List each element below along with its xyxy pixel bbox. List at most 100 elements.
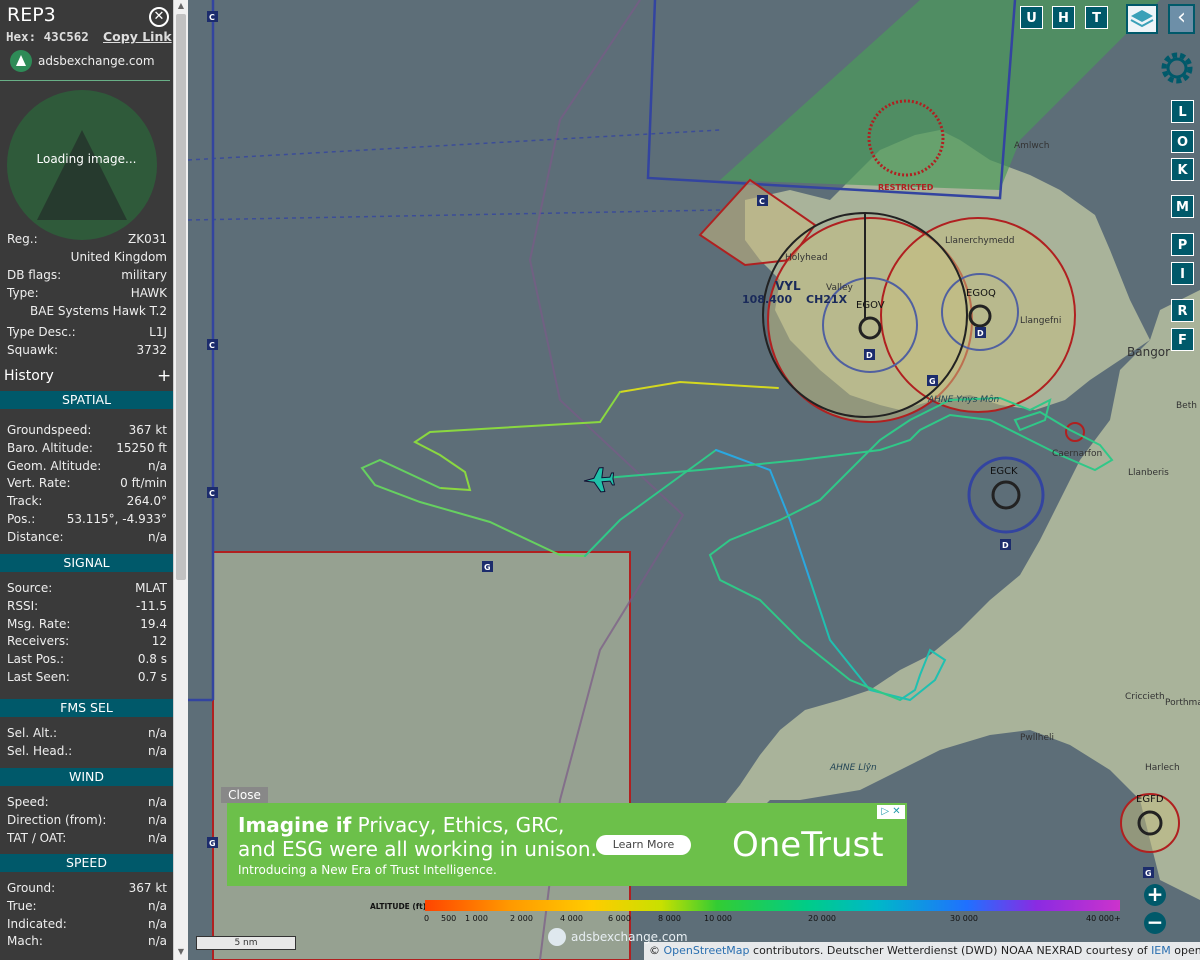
advertisement-banner[interactable]: Imagine if Privacy, Ethics, GRC, and ESG …	[227, 803, 907, 886]
toggle-m-button[interactable]: M	[1171, 195, 1194, 218]
altitude-legend-ticks: 0 500 1 000 2 000 4 000 6 000 8 000 10 0…	[420, 914, 1125, 926]
detail-row: BAE Systems Hawk T.2	[7, 304, 167, 318]
iem-link[interactable]: IEM	[1151, 944, 1171, 957]
scroll-thumb[interactable]	[176, 14, 186, 580]
vor-freq-label: 108.400	[742, 293, 792, 306]
detail-label: Type:	[7, 286, 39, 300]
ad-headline-bold: Imagine if	[238, 813, 352, 837]
section-header-fms: FMS SEL	[0, 699, 173, 717]
collapse-panel-button[interactable]: ‹	[1168, 4, 1195, 34]
spatial-label: Track:	[7, 494, 43, 509]
toggle-u-button[interactable]: U	[1020, 6, 1043, 29]
sidebar-scrollbar[interactable]: ▲ ▼	[173, 0, 188, 960]
detail-value: L1J	[149, 325, 167, 339]
town-label: Caernarfon	[1052, 449, 1102, 459]
town-label: Llanberis	[1128, 468, 1169, 478]
zoom-in-button[interactable]: +	[1144, 884, 1166, 906]
spatial-value: 15250 ft	[116, 440, 167, 455]
fms-value: n/a	[147, 743, 167, 758]
altitude-tick: 1 000	[465, 914, 488, 923]
spatial-row: Vert. Rate: 0 ft/min	[7, 476, 167, 490]
signal-row: Receivers: 12	[7, 634, 167, 648]
town-label: Holyhead	[785, 253, 828, 263]
toggle-p-button[interactable]: P	[1171, 233, 1194, 256]
toggle-r-button[interactable]: R	[1171, 299, 1194, 322]
scroll-up-icon[interactable]: ▲	[174, 0, 188, 12]
adsbexchange-logo-icon	[10, 50, 32, 72]
altitude-tick: 6 000	[608, 914, 631, 923]
toggle-t-button[interactable]: T	[1085, 6, 1108, 29]
wind-value: n/a	[147, 830, 167, 845]
toggle-o-button[interactable]: O	[1171, 130, 1194, 153]
toggle-k-button[interactable]: K	[1171, 158, 1194, 181]
signal-value: MLAT	[135, 581, 167, 595]
aircraft-info-panel: REP3 ✕ Hex: 43C562 Copy Link adsbexchang…	[0, 0, 173, 960]
osm-link[interactable]: OpenStreetMap	[664, 944, 750, 957]
vor-name-label: VYL	[775, 279, 801, 293]
airfield-egoq-label: EGOQ	[966, 288, 996, 299]
marker-letter: G	[209, 839, 216, 848]
ad-close-button[interactable]: Close	[221, 787, 268, 803]
spatial-label: Geom. Altitude:	[7, 458, 102, 473]
divider	[0, 80, 170, 81]
ad-headline-line2: and ESG were all working in unison.	[238, 837, 597, 861]
ad-headline-rest: Privacy, Ethics, GRC,	[351, 813, 565, 837]
signal-label: RSSI:	[7, 598, 39, 613]
marker-letter: D	[866, 351, 873, 360]
speed-label: Ground:	[7, 881, 56, 895]
zoom-out-button[interactable]: −	[1144, 912, 1166, 934]
altitude-tick: 500	[441, 914, 457, 923]
detail-row: DB flags: military	[7, 268, 167, 282]
town-label: Amlwch	[1014, 141, 1049, 151]
detail-row: United Kingdom	[7, 250, 167, 264]
airfield-egck-label: EGCK	[990, 466, 1018, 477]
marker-letter: G	[1145, 869, 1152, 878]
altitude-tick: 2 000	[510, 914, 533, 923]
adsbexchange-link-label: adsbexchange.com	[38, 54, 155, 68]
marker-letter: D	[977, 329, 984, 338]
toggle-h-button[interactable]: H	[1052, 6, 1075, 29]
spatial-label: Distance:	[7, 529, 64, 544]
spatial-value: n/a	[147, 458, 167, 473]
history-expand-icon[interactable]: +	[157, 366, 171, 386]
hex-value: 43C562	[43, 29, 89, 44]
toggle-f-button[interactable]: F	[1171, 328, 1194, 351]
scroll-down-icon[interactable]: ▼	[174, 946, 188, 958]
speed-row: Ground: 367 kt	[7, 881, 167, 895]
marker-letter: C	[209, 489, 215, 498]
detail-label: DB flags:	[7, 268, 62, 282]
toggle-i-button[interactable]: I	[1171, 262, 1194, 285]
signal-label: Last Seen:	[7, 670, 70, 684]
speed-row: True: n/a	[7, 899, 167, 913]
signal-value: 19.4	[140, 616, 167, 631]
altitude-tick: 30 000	[950, 914, 978, 923]
ad-learn-more-button[interactable]: Learn More	[596, 835, 691, 855]
layers-button[interactable]	[1126, 4, 1158, 34]
history-toggle[interactable]: History	[4, 368, 54, 384]
copy-link[interactable]: Copy Link	[103, 29, 172, 44]
altitude-legend-label: ALTITUDE (ft)	[370, 902, 427, 911]
settings-gear-icon[interactable]	[1155, 46, 1199, 90]
ad-headline: Imagine if Privacy, Ethics, GRC, and ESG …	[238, 813, 597, 861]
spatial-value: 0 ft/min	[120, 476, 167, 491]
detail-value: HAWK	[130, 286, 167, 300]
signal-label: Msg. Rate:	[7, 616, 71, 631]
signal-row: Msg. Rate: 19.4	[7, 617, 167, 631]
toggle-l-button[interactable]: L	[1171, 100, 1194, 123]
callsign-title: REP3	[7, 4, 56, 26]
speed-row: Indicated: n/a	[7, 917, 167, 931]
town-label: AHNE Llŷn	[829, 763, 877, 773]
hex-row: Hex: 43C562	[6, 29, 89, 44]
wind-value: n/a	[147, 812, 167, 827]
spatial-row: Geom. Altitude: n/a	[7, 459, 167, 473]
spatial-label: Baro. Altitude:	[7, 440, 93, 455]
scale-bar: 5 nm	[196, 936, 296, 950]
speed-value: n/a	[147, 916, 167, 931]
detail-row: Reg.: ZK031	[7, 232, 167, 246]
marker-letter: C	[209, 13, 215, 22]
spatial-label: Pos.:	[7, 512, 36, 526]
adchoices-icon[interactable]: ▷ ✕	[877, 805, 905, 819]
spatial-value: n/a	[147, 529, 167, 544]
adsbexchange-link[interactable]: adsbexchange.com	[10, 50, 155, 72]
close-icon[interactable]: ✕	[149, 7, 169, 27]
